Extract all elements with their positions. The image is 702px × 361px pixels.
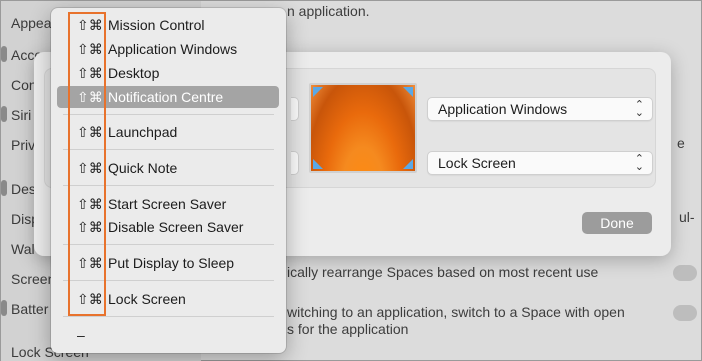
sidebar-item[interactable]: Siri: [11, 107, 31, 123]
shift-command-icon: ⇧⌘: [77, 17, 103, 33]
switch-space-toggle[interactable]: [673, 305, 697, 321]
corner-indicator-icon: [313, 159, 323, 169]
popup-fragment: e: [677, 135, 685, 151]
shift-command-icon: ⇧⌘: [77, 124, 103, 140]
menu-item-label: Desktop: [108, 65, 160, 81]
menu-item-put-display-to-sleep[interactable]: ⇧⌘ Put Display to Sleep: [57, 252, 279, 274]
shift-command-icon: ⇧⌘: [77, 291, 103, 307]
sidebar-icon: [1, 180, 7, 196]
shift-command-icon: ⇧⌘: [77, 160, 103, 176]
menu-separator: [63, 185, 274, 186]
sidebar-item[interactable]: Batter: [11, 301, 48, 317]
sidebar-icon: [1, 46, 7, 62]
hot-corner-menu: ⇧⌘ Mission Control ⇧⌘ Application Windows …: [51, 8, 286, 353]
menu-separator: [63, 149, 274, 150]
shift-command-icon: ⇧⌘: [77, 41, 103, 57]
rearrange-spaces-toggle[interactable]: [673, 265, 697, 281]
menu-separator: [63, 244, 274, 245]
rearrange-spaces-label: ically rearrange Spaces based on most re…: [287, 264, 599, 280]
switch-space-label-2: s for the application: [287, 321, 409, 337]
done-button[interactable]: Done: [582, 212, 652, 234]
shift-command-icon: ⇧⌘: [77, 219, 103, 235]
menu-item-label: Application Windows: [108, 41, 238, 57]
menu-item-label: Start Screen Saver: [108, 196, 227, 212]
top-left-corner-select[interactable]: [291, 97, 299, 121]
menu-item-notification-centre[interactable]: ⇧⌘ Notification Centre: [57, 86, 279, 108]
menu-item-none[interactable]: –: [57, 324, 279, 346]
menu-item-start-screen-saver[interactable]: ⇧⌘ Start Screen Saver: [57, 193, 279, 215]
switch-space-label: witching to an application, switch to a …: [287, 304, 625, 320]
corner-indicator-icon: [403, 159, 413, 169]
menu-item-desktop[interactable]: ⇧⌘ Desktop: [57, 62, 279, 84]
top-right-corner-value: Application Windows: [438, 101, 568, 117]
sidebar-icon: [1, 106, 7, 122]
desktop-preview-image: [309, 83, 417, 173]
shift-command-icon: ⇧⌘: [77, 196, 103, 212]
top-right-corner-select[interactable]: Application Windows ⌃ ⌄: [427, 97, 653, 121]
chevron-updown-icon: ⌃ ⌄: [634, 153, 644, 173]
bottom-right-corner-value: Lock Screen: [438, 155, 516, 171]
menu-item-label: Quick Note: [108, 160, 178, 176]
menu-item-label: Notification Centre: [108, 89, 224, 105]
menu-item-lock-screen[interactable]: ⇧⌘ Lock Screen: [57, 288, 279, 310]
button-fragment: ul-: [679, 209, 695, 225]
menu-item-label: Lock Screen: [108, 291, 186, 307]
menu-item-disable-screen-saver[interactable]: ⇧⌘ Disable Screen Saver: [57, 216, 279, 238]
sidebar-item[interactable]: Wal: [11, 241, 35, 257]
menu-separator: [63, 316, 274, 317]
menu-item-label: Disable Screen Saver: [108, 219, 244, 235]
menu-item-label: Mission Control: [108, 17, 205, 33]
sidebar-icon: [1, 300, 7, 316]
menu-item-quick-note[interactable]: ⇧⌘ Quick Note: [57, 157, 279, 179]
menu-item-label: Put Display to Sleep: [108, 255, 235, 271]
menu-item-label: Launchpad: [108, 124, 178, 140]
menu-separator: [63, 280, 274, 281]
chevron-updown-icon: ⌃ ⌄: [634, 99, 644, 119]
corner-indicator-icon: [313, 87, 323, 97]
shift-command-icon: ⇧⌘: [77, 255, 103, 271]
menu-item-launchpad[interactable]: ⇧⌘ Launchpad: [57, 121, 279, 143]
bottom-right-corner-select[interactable]: Lock Screen ⌃ ⌄: [427, 151, 653, 175]
shift-command-icon: ⇧⌘: [77, 89, 103, 105]
description-text: n application.: [287, 3, 370, 19]
sidebar-item[interactable]: Priv: [11, 137, 35, 153]
sidebar-item[interactable]: Appea: [11, 15, 51, 31]
sidebar-item[interactable]: Des: [11, 181, 36, 197]
bottom-left-corner-select[interactable]: [291, 151, 299, 175]
menu-separator: [63, 114, 274, 115]
corner-indicator-icon: [403, 87, 413, 97]
menu-item-application-windows[interactable]: ⇧⌘ Application Windows: [57, 38, 279, 60]
shift-command-icon: ⇧⌘: [77, 65, 103, 81]
menu-item-mission-control[interactable]: ⇧⌘ Mission Control: [57, 14, 279, 36]
sidebar-item[interactable]: Screen: [11, 271, 55, 287]
sidebar-item[interactable]: Con: [11, 77, 37, 93]
